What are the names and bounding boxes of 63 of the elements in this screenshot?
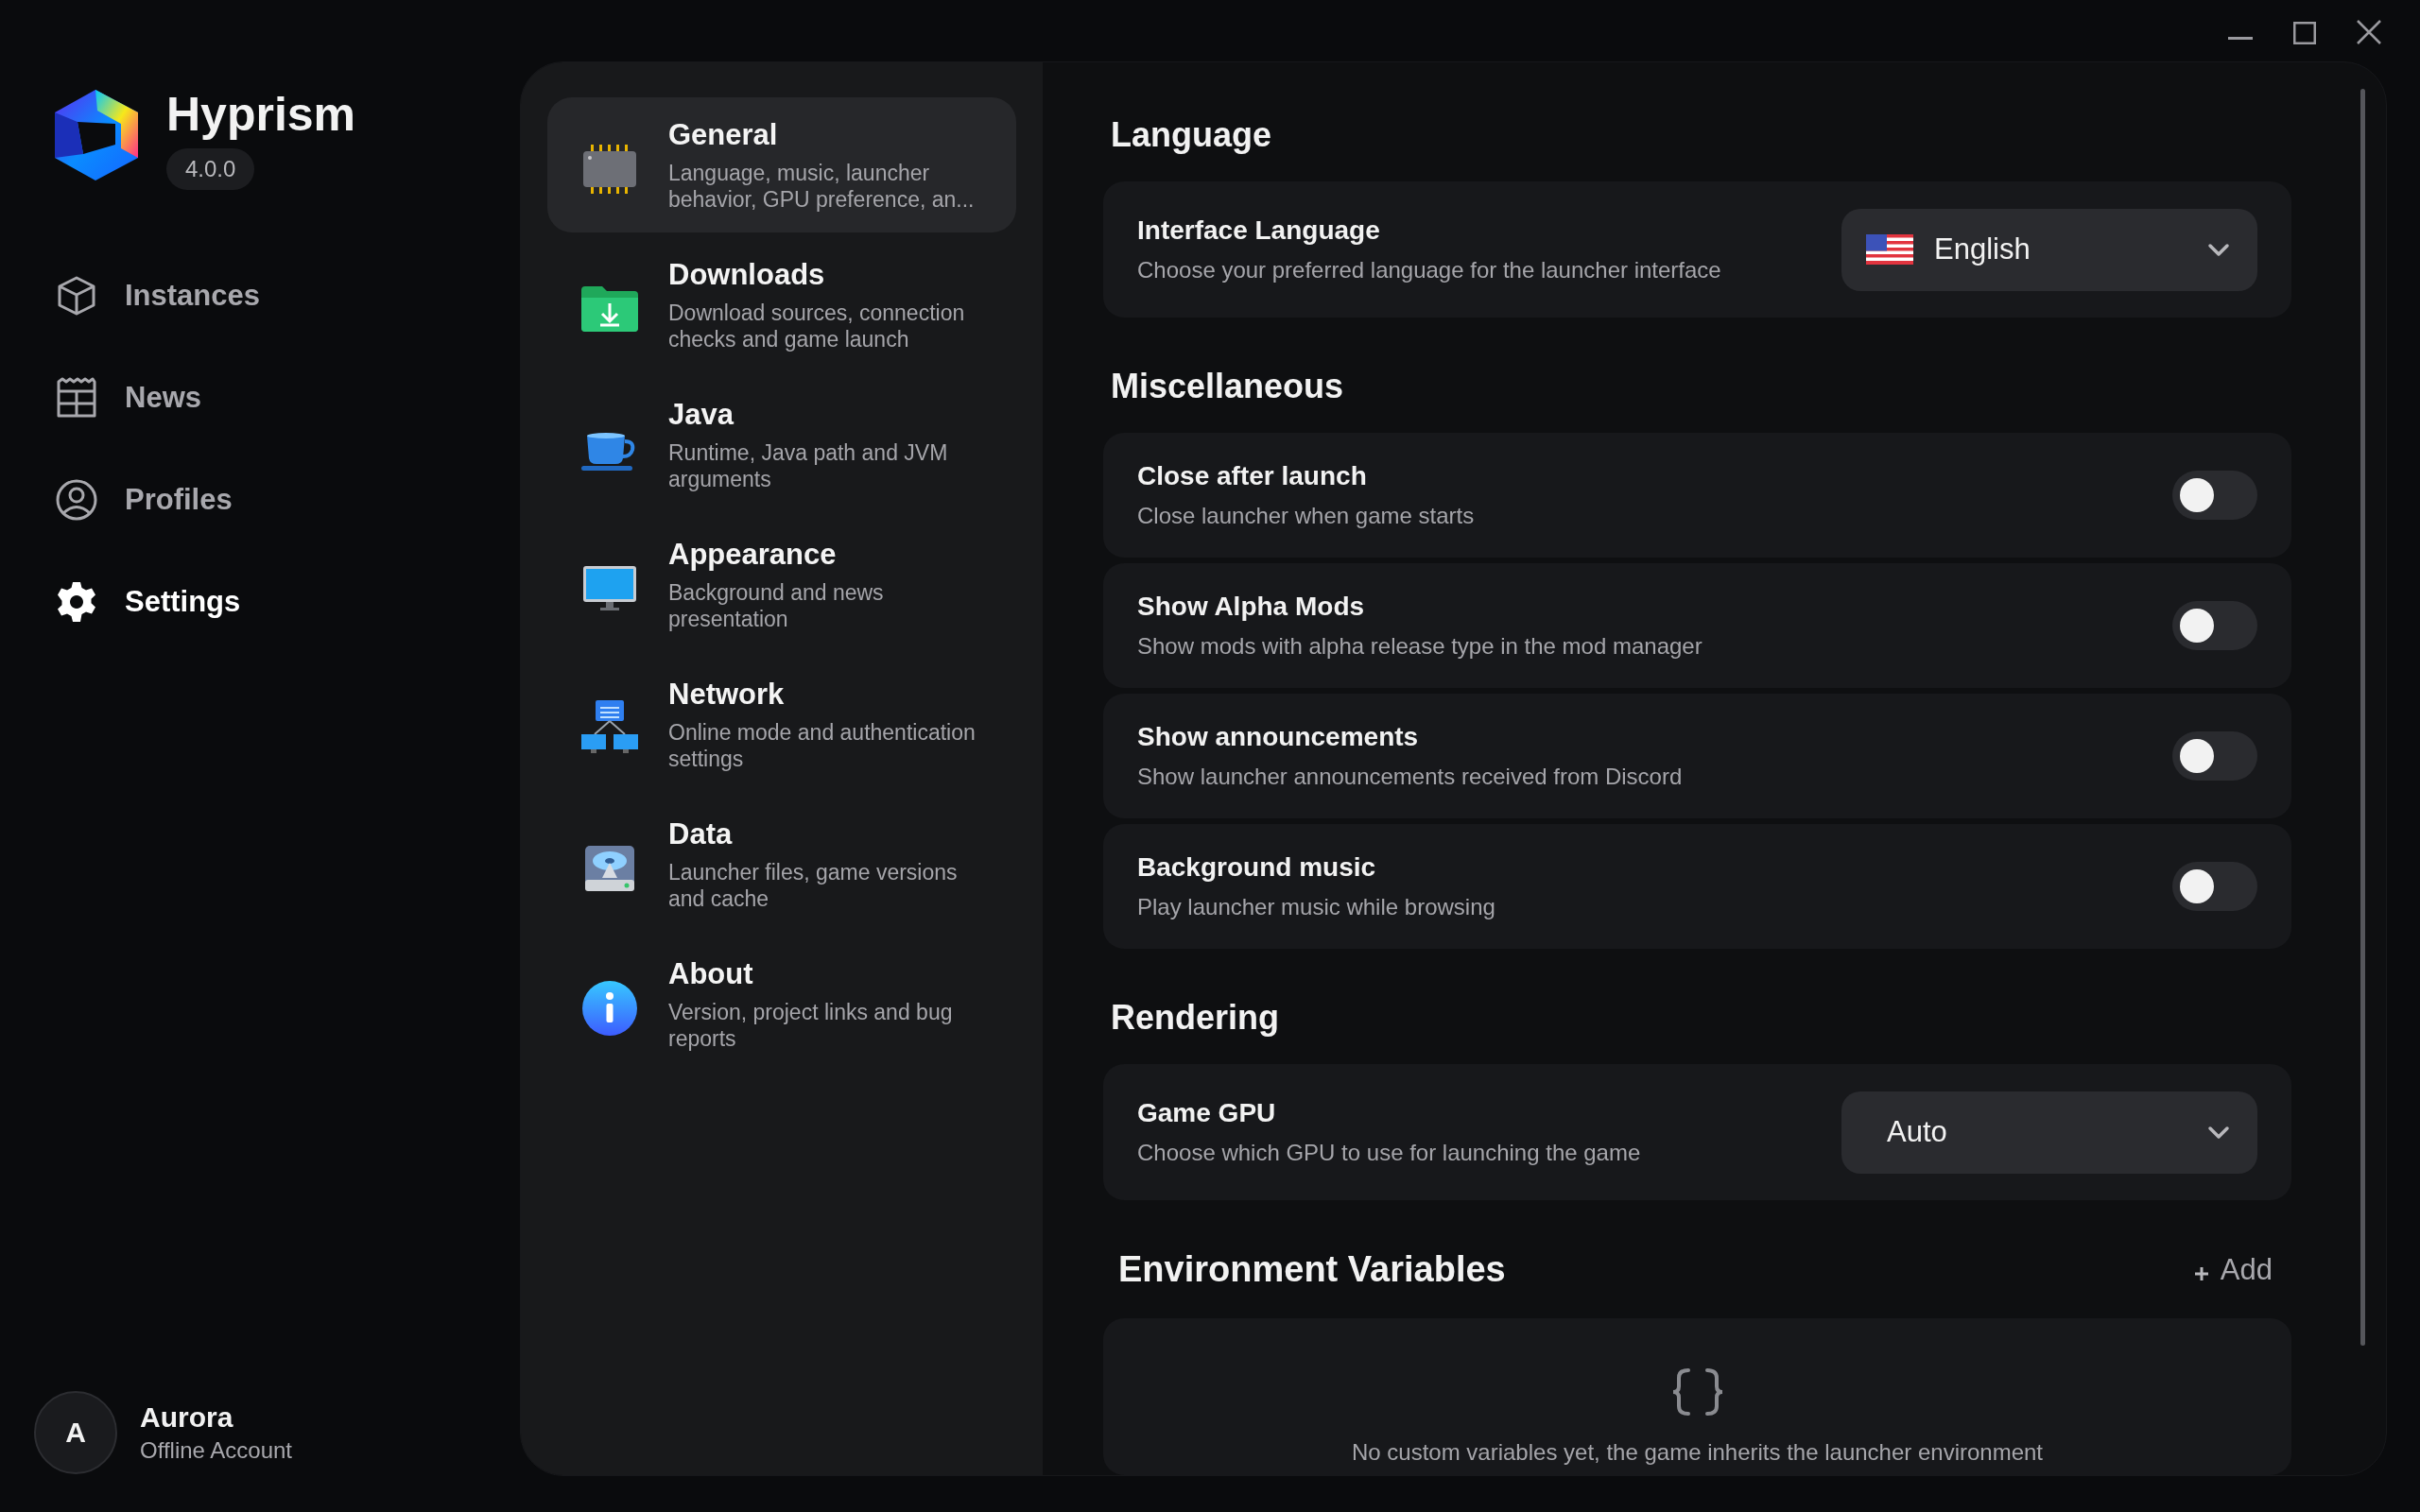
account-type: Offline Account [140, 1437, 292, 1464]
scrollbar[interactable] [2360, 89, 2365, 1346]
category-item[interactable]: Data Launcher files, game versions and cache [547, 797, 1016, 932]
close-icon [2357, 20, 2381, 44]
newspaper-icon [55, 376, 98, 420]
category-description: Language, music, launcher behavior, GPU preference, an... [668, 160, 976, 213]
category-title: General [668, 118, 779, 152]
avatar: A [34, 1391, 117, 1474]
section-heading: Language [1111, 115, 1272, 155]
category-title: Java [668, 398, 735, 432]
setting-title: Game GPU [1137, 1098, 1277, 1128]
toggle-switch[interactable] [2172, 601, 2257, 650]
flag-icon [1866, 234, 1913, 265]
user-name: Aurora [140, 1401, 234, 1434]
maximize-icon [2293, 21, 2316, 44]
category-description: Runtime, Java path and JVM arguments [668, 439, 949, 492]
category-title: Appearance [668, 538, 838, 572]
setting-title: Close after launch [1137, 461, 1368, 491]
toggle-switch[interactable] [2172, 731, 2257, 781]
category-description: Download sources, connection checks and game launch [668, 300, 966, 352]
settings-icon [55, 580, 98, 624]
setting-description: Choose which GPU to use for launching the game [1137, 1140, 1641, 1166]
setting-title: Interface Language [1137, 215, 1381, 246]
setting-title: Show announcements [1137, 722, 1420, 752]
section-heading: Miscellaneous [1111, 367, 1345, 406]
setting-description: Show mods with alpha release type in the mod manager [1137, 633, 1703, 660]
nav-item[interactable]: Instances [55, 266, 520, 326]
category-description: Background and news presentation [668, 579, 885, 632]
category-title: Network [668, 678, 786, 712]
setting-description: Close launcher when game starts [1137, 503, 1475, 529]
section-heading: Environment Variables [1118, 1249, 1506, 1290]
nav-item[interactable]: Profiles [55, 470, 520, 530]
app-name: Hyprism [166, 87, 356, 143]
category-item[interactable]: About Version, project links and bug reports [547, 936, 1016, 1072]
info-icon [579, 978, 640, 1039]
category-title: Data [668, 817, 734, 851]
dropdown[interactable]: English [1841, 208, 2257, 291]
nav-item[interactable]: News [55, 368, 520, 428]
dropdown[interactable]: Auto [1841, 1091, 2257, 1174]
category-item[interactable]: Network Online mode and authentication settings [547, 657, 1016, 792]
version-badge: 4.0.0 [166, 148, 255, 190]
category-description: Launcher files, game versions and cache [668, 859, 959, 912]
setting-description: Choose your preferred language for the launcher interface [1137, 257, 1721, 284]
category-title: Downloads [668, 258, 826, 292]
category-description: Version, project links and bug reports [668, 999, 954, 1052]
category-title: About [668, 957, 754, 991]
profile-icon [55, 478, 98, 522]
category-item[interactable]: Appearance Background and news presentation [547, 517, 1016, 652]
setting-description: Show launcher announcements received from Discord [1137, 764, 1683, 790]
nav-item[interactable]: Settings [55, 572, 520, 632]
empty-state-text: No custom variables yet, the game inherits the launcher environment [1351, 1439, 2043, 1466]
setting-title: Background music [1137, 852, 1377, 883]
add-button[interactable]: Add [2191, 1252, 2273, 1287]
category-description: Online mode and authentication settings [668, 719, 977, 772]
category-item[interactable]: Downloads Download sources, connection checks and game launch [547, 237, 1016, 372]
section-heading: Rendering [1111, 998, 1280, 1038]
category-item[interactable]: General Language, music, launcher behavior, GPU preference, an... [547, 97, 1016, 232]
setting-description: Play launcher music while browsing [1137, 894, 1495, 920]
setting-title: Show Alpha Mods [1137, 592, 1366, 622]
toggle-switch[interactable] [2172, 862, 2257, 911]
category-item[interactable]: Java Runtime, Java path and JVM arguments [547, 377, 1016, 512]
minimize-icon [2228, 36, 2253, 40]
toggle-switch[interactable] [2172, 471, 2257, 520]
